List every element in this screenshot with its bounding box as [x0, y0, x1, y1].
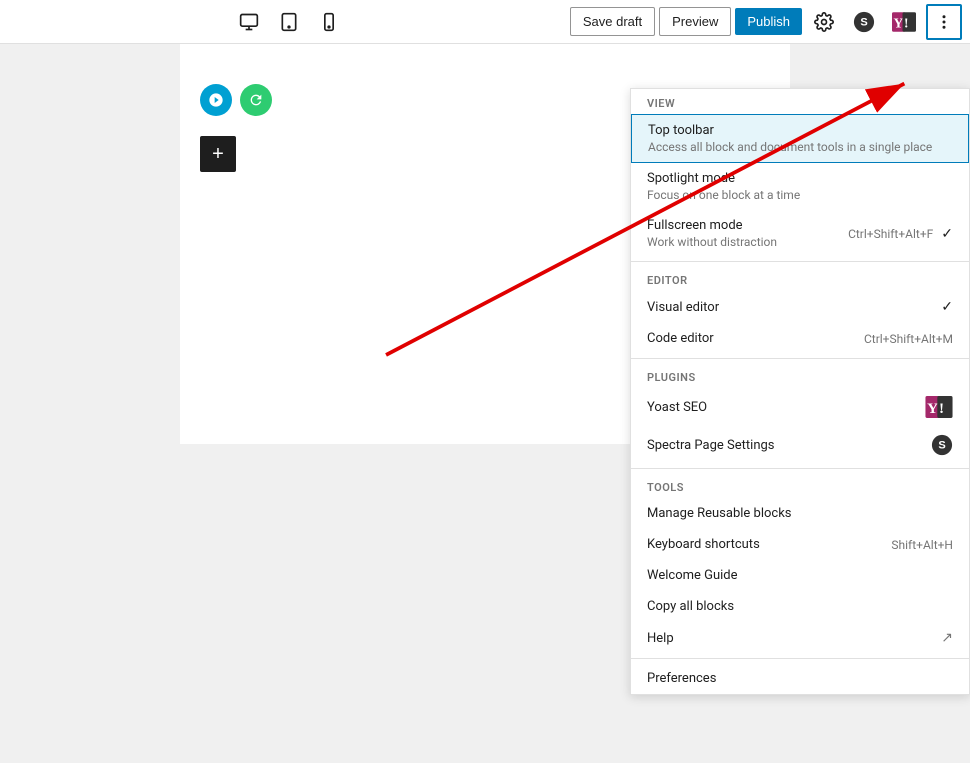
canvas-icon-1[interactable] — [200, 84, 232, 116]
view-icons-group — [231, 4, 347, 40]
mobile-view-button[interactable] — [311, 4, 347, 40]
yoast-button[interactable]: Y ! — [886, 4, 922, 40]
preferences-menu-item[interactable]: Preferences — [631, 663, 969, 694]
svg-text:!: ! — [904, 15, 909, 30]
help-menu-item[interactable]: Help ↗ — [631, 622, 969, 654]
divider-2 — [631, 358, 969, 359]
preview-button[interactable]: Preview — [659, 7, 731, 36]
manage-reusable-blocks-menu-item[interactable]: Manage Reusable blocks — [631, 498, 969, 529]
tablet-view-button[interactable] — [271, 4, 307, 40]
divider-4 — [631, 658, 969, 659]
top-toolbar: Save draft Preview Publish S Y ! — [0, 0, 970, 44]
fullscreen-mode-menu-item[interactable]: Fullscreen mode Work without distraction… — [631, 210, 969, 257]
svg-text:Y: Y — [894, 15, 904, 30]
spectra-settings-menu-item[interactable]: Spectra Page Settings S — [631, 426, 969, 464]
plugins-section-label: PLUGINS — [631, 363, 969, 388]
code-editor-menu-item[interactable]: Code editor Ctrl+Shift+Alt+M — [631, 323, 969, 354]
save-draft-button[interactable]: Save draft — [570, 7, 655, 36]
desktop-view-button[interactable] — [231, 4, 267, 40]
options-dropdown-menu: VIEW Top toolbar Access all block and do… — [630, 88, 970, 695]
svg-text:S: S — [860, 16, 867, 28]
publish-button[interactable]: Publish — [735, 8, 802, 35]
yoast-seo-menu-item[interactable]: Yoast SEO Y ! — [631, 388, 969, 426]
toolbar-right-group: Save draft Preview Publish S Y ! — [570, 4, 962, 40]
add-block-button[interactable]: + — [200, 136, 236, 172]
svg-text:Y: Y — [927, 400, 938, 417]
divider-1 — [631, 261, 969, 262]
top-toolbar-menu-item[interactable]: Top toolbar Access all block and documen… — [631, 114, 969, 163]
spotlight-mode-menu-item[interactable]: Spotlight mode Focus on one block at a t… — [631, 163, 969, 210]
copy-all-blocks-menu-item[interactable]: Copy all blocks — [631, 591, 969, 622]
editor-canvas: + VIEW Top toolbar Access all block and … — [0, 44, 970, 763]
spectra-button[interactable]: S — [846, 4, 882, 40]
welcome-guide-menu-item[interactable]: Welcome Guide — [631, 560, 969, 591]
keyboard-shortcuts-menu-item[interactable]: Keyboard shortcuts Shift+Alt+H — [631, 529, 969, 560]
visual-editor-menu-item[interactable]: Visual editor ✓ — [631, 291, 969, 323]
canvas-icon-2[interactable] — [240, 84, 272, 116]
view-section-label: VIEW — [631, 89, 969, 114]
divider-3 — [631, 468, 969, 469]
options-menu-button[interactable] — [926, 4, 962, 40]
editor-section-label: EDITOR — [631, 266, 969, 291]
tools-section-label: TOOLS — [631, 473, 969, 498]
svg-text:S: S — [938, 440, 945, 452]
svg-text:!: ! — [939, 400, 944, 417]
settings-button[interactable] — [806, 4, 842, 40]
